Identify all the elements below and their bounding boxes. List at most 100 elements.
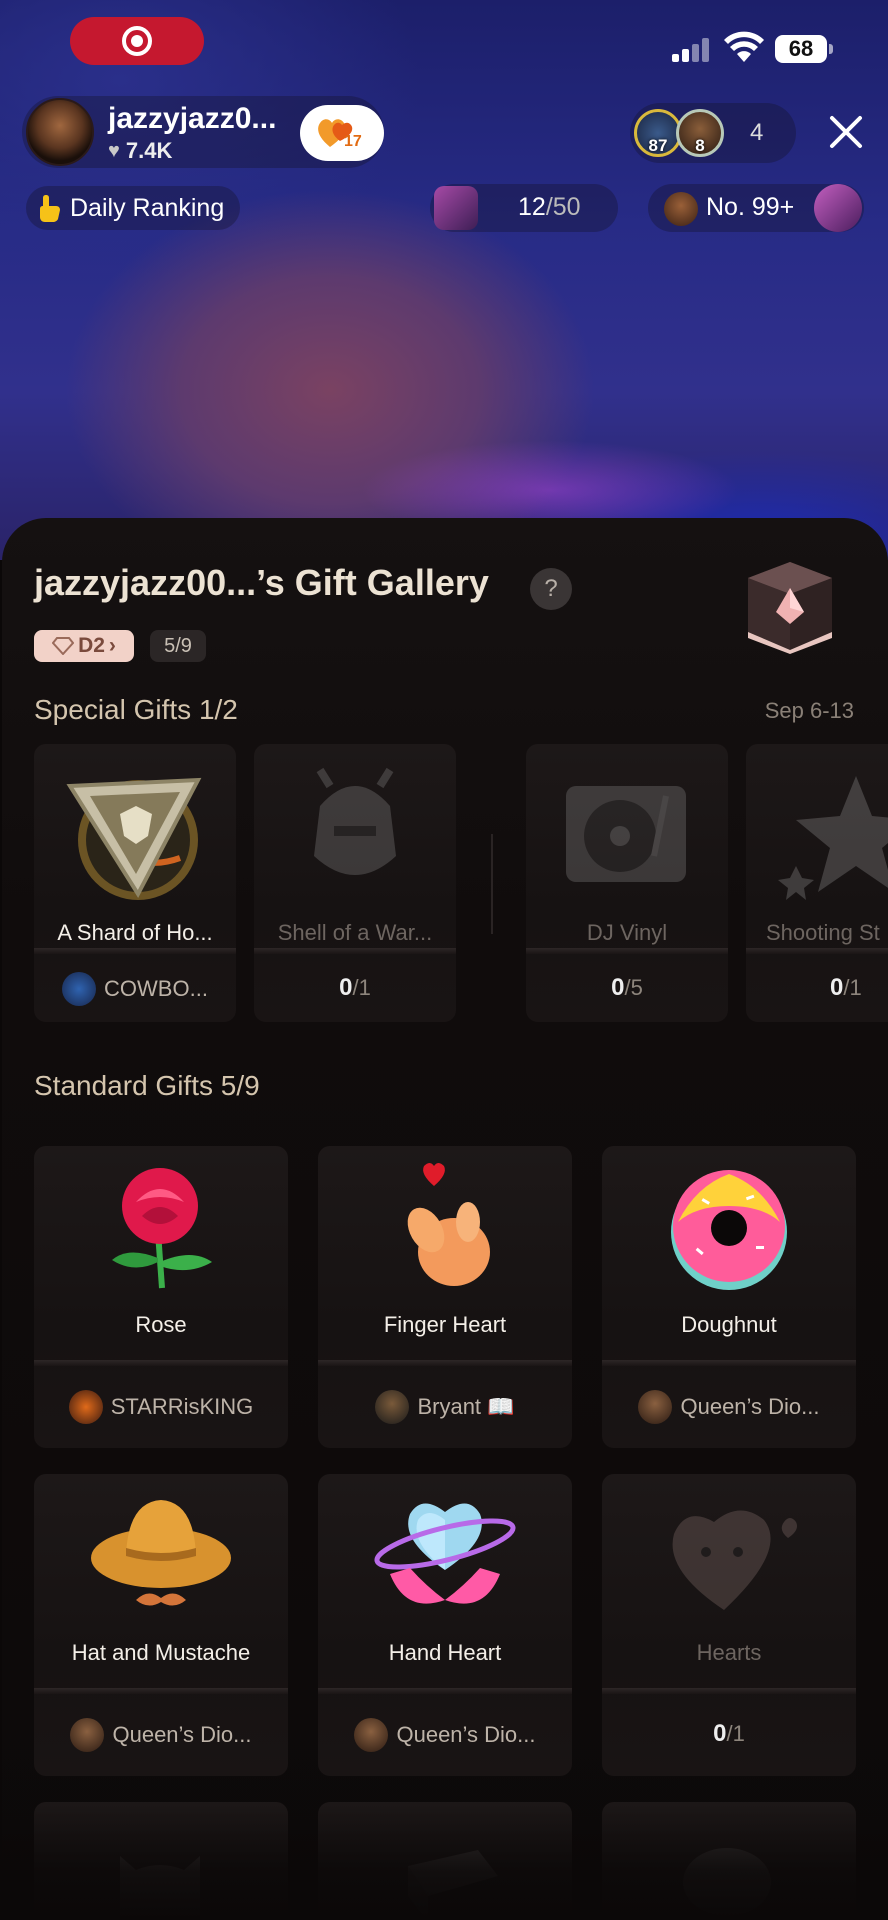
sender-avatar: [354, 1718, 389, 1752]
host-name: jazzyjazz0...: [108, 102, 277, 135]
sender-avatar: [62, 972, 97, 1006]
heart-icon: ♥: [108, 139, 120, 162]
goal-avatar: [434, 186, 478, 230]
help-button[interactable]: ?: [530, 568, 572, 610]
rose-icon: [112, 1168, 212, 1289]
special-gifts-title: Special Gifts 1/2: [34, 694, 238, 725]
host-likes: ♥ 7.4K: [108, 138, 172, 164]
gift-card-dj-vinyl[interactable]: DJ Vinyl 0/5: [526, 744, 728, 1022]
card-divider: [602, 1360, 856, 1366]
gift-sender: Queen’s Dio...: [318, 1718, 572, 1752]
special-gifts-date: Sep 6-13: [764, 698, 854, 723]
daily-ranking-button[interactable]: Daily Ranking: [26, 186, 240, 230]
gift-card-rose[interactable]: Rose STARRisKING: [34, 1146, 288, 1448]
sender-name: Queen’s Dio...: [396, 1722, 536, 1747]
live-video-background: [0, 0, 888, 560]
gift-name: A Shard of Ho...: [57, 920, 213, 945]
gift-progress: 0/5: [611, 974, 643, 1001]
gift-card-finger-heart[interactable]: Finger Heart Bryant 📖: [318, 1146, 572, 1448]
gift-sender: STARRisKING: [34, 1390, 288, 1424]
gift-name: DJ Vinyl: [586, 920, 668, 945]
sender-name: Bryant 📖: [417, 1394, 515, 1419]
gift-card-hat-mustache[interactable]: Hat and Mustache Queen’s Dio...: [34, 1474, 288, 1776]
tier-label: D2: [78, 634, 105, 657]
gift-progress: 0/1: [830, 974, 862, 1001]
gift-sender: Queen’s Dio...: [34, 1718, 288, 1752]
viewer-avatar[interactable]: 87: [634, 109, 682, 157]
shooting-star-icon: [778, 776, 888, 900]
gift-card-hand-heart[interactable]: Hand Heart Queen’s Dio...: [318, 1474, 572, 1776]
doughnut-icon: [671, 1170, 787, 1290]
hand-point-icon: [40, 195, 60, 222]
chevron-right-icon: ›: [108, 634, 116, 657]
gift-card-shooting-star[interactable]: Shooting St 0/1: [746, 744, 888, 1022]
finger-heart-icon: [407, 1163, 490, 1286]
cellular-signal-icon: [672, 38, 712, 62]
gift-sender: Bryant 📖: [318, 1390, 572, 1424]
hand-heart-icon: [374, 1503, 516, 1604]
gift-name: Hat and Mustache: [71, 1640, 251, 1665]
top-viewers[interactable]: 87 8 4: [630, 103, 796, 163]
host-avatar[interactable]: [26, 98, 94, 166]
viewer-count: 4: [750, 119, 764, 146]
live-goal-pill[interactable]: 12/50: [430, 184, 618, 232]
record-icon: [122, 26, 152, 56]
shard-medallion-icon: [66, 777, 202, 900]
ranking-position-pill[interactable]: No. 99+: [648, 184, 864, 232]
card-divider: [746, 948, 888, 954]
gift-name: Shell of a War...: [277, 920, 433, 945]
card-divider: [602, 1688, 856, 1694]
fan-club-badge[interactable]: 17: [300, 105, 384, 161]
gallery-cube-icon[interactable]: [740, 558, 840, 654]
gift-name: Rose: [135, 1312, 187, 1337]
gift-name: Shooting St: [766, 920, 880, 945]
turntable-icon: [566, 786, 686, 882]
daily-ranking-label: Daily Ranking: [70, 193, 225, 222]
close-icon[interactable]: [826, 112, 866, 152]
goal-progress: 12/50: [518, 193, 581, 221]
sender-avatar: [375, 1390, 410, 1424]
standard-gifts-title: Standard Gifts 5/9: [34, 1070, 260, 1101]
card-divider: [318, 1688, 572, 1694]
hat-mustache-icon: [91, 1500, 231, 1606]
gift-progress: 0/1: [713, 1720, 745, 1747]
bottom-fade: [0, 1800, 888, 1920]
diamond-icon: [52, 637, 75, 655]
gift-card-warrior-shell[interactable]: Shell of a War... 0/1: [254, 744, 456, 1022]
gift-progress: 0/1: [339, 974, 371, 1001]
fan-level: 17: [344, 133, 362, 150]
tier-progress: 5/9: [150, 630, 206, 662]
gift-card-hearts[interactable]: Hearts 0/1: [602, 1474, 856, 1776]
gift-sender: COWBO...: [34, 972, 236, 1006]
host-likes-count: 7.4K: [125, 138, 173, 163]
sender-name: Queen’s Dio...: [680, 1394, 820, 1419]
gift-card-shard[interactable]: A Shard of Ho... COWBO...: [34, 744, 236, 1022]
sender-avatar: [68, 1390, 103, 1424]
ranking-position: No. 99+: [706, 193, 795, 221]
gift-name: Doughnut: [681, 1312, 777, 1337]
card-divider: [526, 948, 728, 954]
sender-name: COWBO...: [104, 976, 208, 1001]
card-divider: [34, 1688, 288, 1694]
hearts-icon: [672, 1510, 797, 1610]
gift-gallery-sheet: jazzyjazz00...’s Gift Gallery ? D2 › 5/9…: [2, 518, 888, 1920]
viewer-avatar[interactable]: 8: [676, 109, 724, 157]
ranking-avatar: [664, 192, 698, 226]
card-divider: [34, 948, 236, 954]
card-divider: [34, 1360, 288, 1366]
sender-name: Queen’s Dio...: [112, 1722, 252, 1747]
sender-avatar: [70, 1718, 105, 1752]
gift-name: Finger Heart: [383, 1312, 507, 1337]
gallery-title: jazzyjazz00...’s Gift Gallery: [34, 562, 489, 603]
screen-record-indicator[interactable]: [70, 17, 204, 65]
sender-name: STARRisKING: [110, 1394, 254, 1419]
battery-indicator: 68: [775, 35, 833, 63]
tier-badge[interactable]: D2 ›: [34, 630, 134, 662]
sender-avatar: [638, 1390, 673, 1424]
gift-sender: Queen’s Dio...: [602, 1390, 856, 1424]
card-divider: [318, 1360, 572, 1366]
carousel-separator: [491, 834, 493, 934]
gift-card-doughnut[interactable]: Doughnut Queen’s Dio...: [602, 1146, 856, 1448]
wifi-icon: [724, 31, 764, 62]
warrior-helmet-icon: [314, 767, 396, 875]
